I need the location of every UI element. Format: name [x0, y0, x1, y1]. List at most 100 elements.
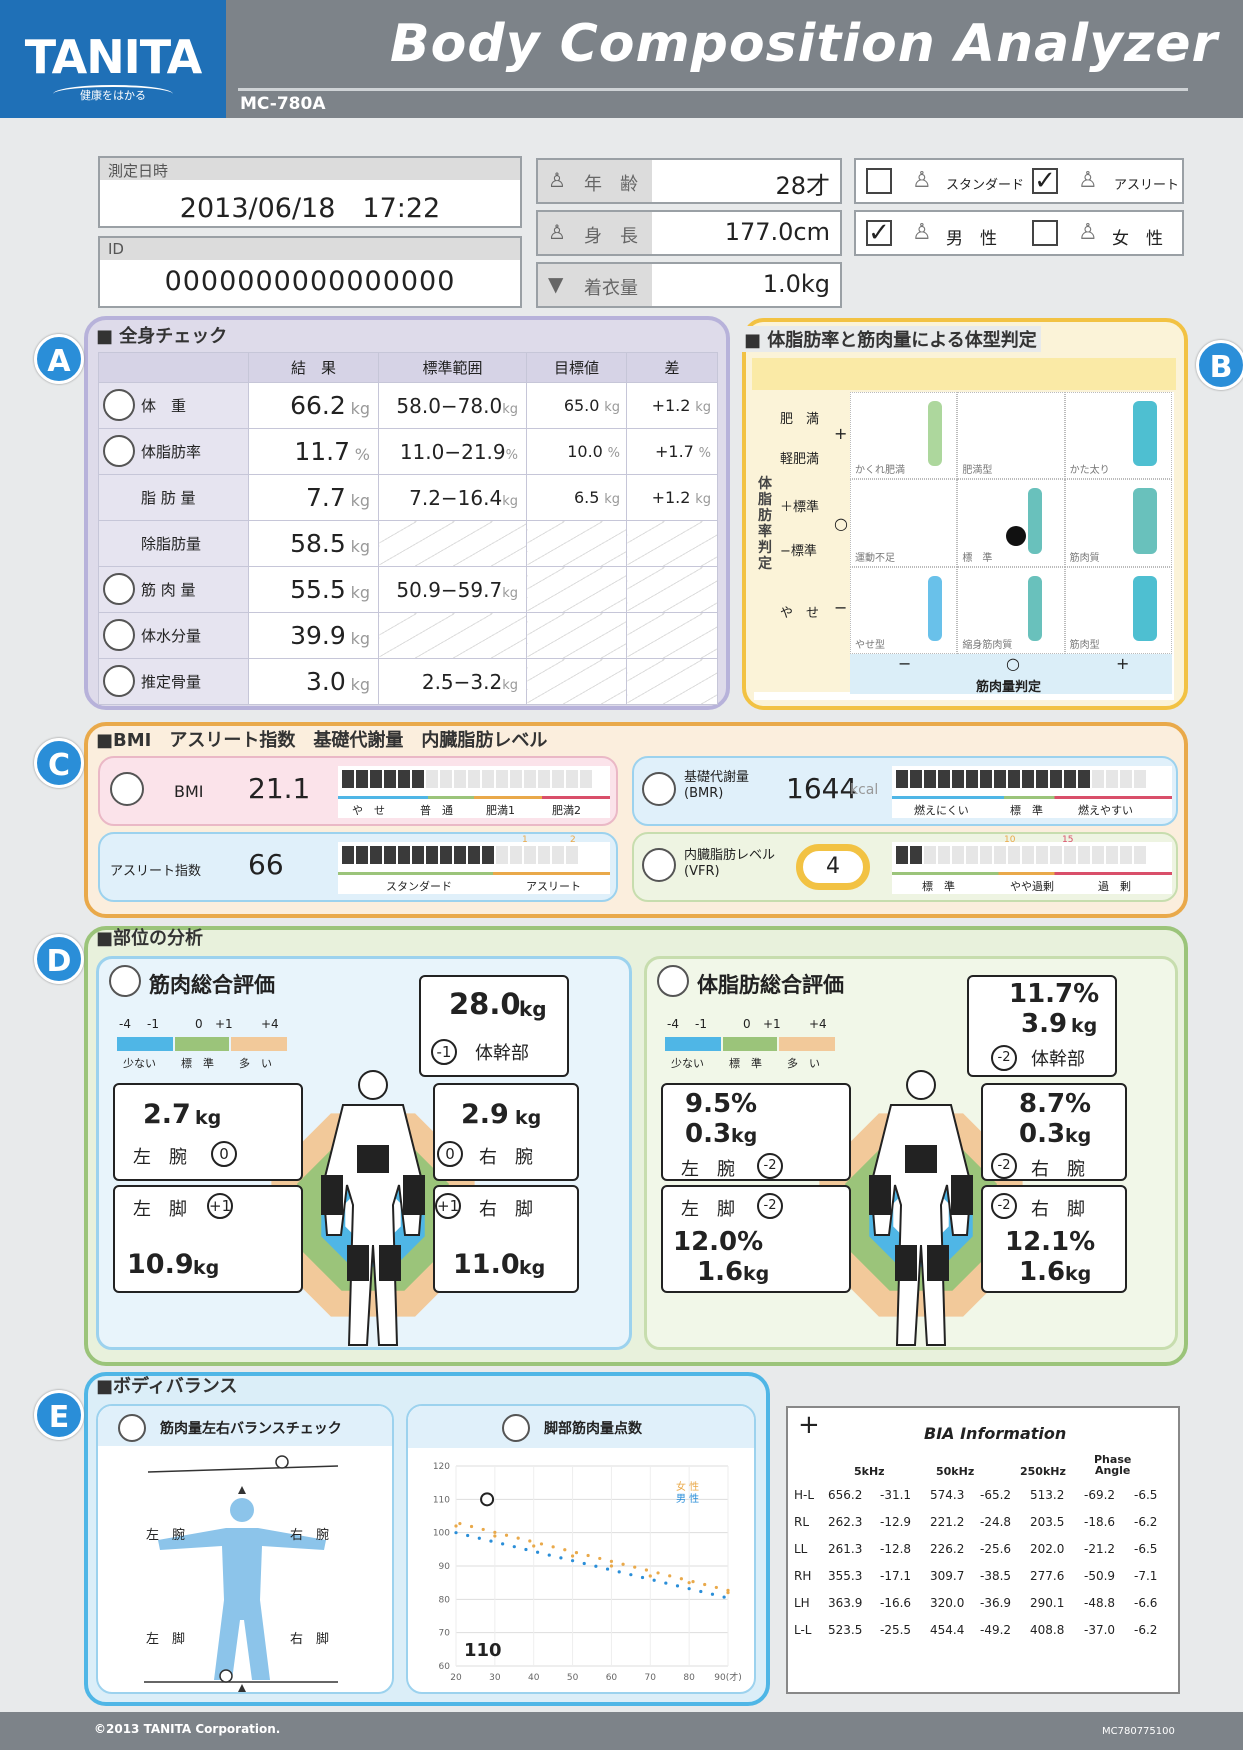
standard-checkbox[interactable]: [866, 168, 892, 194]
result-value: 58.5: [290, 529, 346, 558]
right-arm-value: 2.9: [461, 1099, 509, 1130]
table-row: 筋 肉 量 55.5 kg 50.9−59.7kg: [98, 566, 718, 613]
section-d-title: ■部位の分析: [96, 928, 204, 949]
id-box: ID 0000000000000000: [98, 236, 522, 308]
bmr-scale-high: 燃えやすい: [1078, 804, 1133, 817]
x-tick: 90(才): [714, 1671, 741, 1683]
bia-cell: 261.3: [828, 1542, 863, 1556]
male-curve-point: [699, 1589, 703, 1594]
right-leg-value: 1.6: [1019, 1257, 1066, 1287]
left-arm-label: 左 腕: [681, 1159, 735, 1180]
athlete-checkbox[interactable]: ✓: [1032, 168, 1058, 194]
female-checkbox[interactable]: [1032, 220, 1058, 246]
y-plus-mark: +: [834, 424, 848, 443]
x-zero: ○: [1006, 654, 1020, 673]
left-arm-unit: kg: [731, 1125, 758, 1147]
bia-cell: -6.6: [1134, 1596, 1158, 1610]
table-row: 体水分量 39.9 kg: [98, 612, 718, 659]
bia-cell: 656.2: [828, 1488, 863, 1502]
gauge-segment: [580, 770, 592, 788]
gauge-segment: [952, 770, 964, 788]
scale-tick: +4: [809, 1017, 827, 1031]
left-arm-unit: kg: [195, 1107, 222, 1129]
left-arm-label: 左 腕: [133, 1147, 187, 1168]
bia-cell: RL: [794, 1515, 810, 1529]
trunk-label: 体幹部: [1031, 1049, 1085, 1070]
gauge-segment: [994, 846, 1006, 864]
y-tick: 90: [439, 1562, 451, 1572]
left-leg-unit: kg: [743, 1263, 770, 1285]
scale-label-low: 少ない: [671, 1057, 704, 1070]
female-curve-point: [687, 1581, 691, 1585]
height-icon: ♙: [548, 220, 566, 244]
body-type-cell-label: かた太り: [1069, 465, 1110, 477]
gauge-segment: [1092, 770, 1104, 788]
vfr-scale-slight: やや過剰: [1010, 880, 1054, 893]
left-leg-label: 左 脚: [133, 1199, 187, 1220]
brand-name: TANITA: [24, 30, 202, 84]
bia-panel: + BIA Information 5kHz 50kHz 250kHz Phase A…: [786, 1406, 1180, 1694]
row-diff: +1.2 kg: [626, 474, 718, 521]
gauge-segment: [952, 846, 964, 864]
body-type-cell-label: 肥満型: [962, 465, 993, 477]
gauge-segment: [412, 770, 424, 788]
bmi-scale-normal: 普 通: [420, 804, 453, 817]
male-checkbox[interactable]: ✓: [866, 220, 892, 246]
gauge-segment: [1106, 770, 1118, 788]
range-value: 7.2−16.4: [409, 485, 503, 510]
table-row: 体 重 66.2 kg 58.0−78.0kg 65.0 kg +1.2 kg: [98, 382, 718, 429]
body-type-cell: かくれ肥満: [850, 392, 958, 480]
athlete-gauge: 1 2 スタンダード アスリート: [338, 835, 610, 894]
bia-cell: -6.2: [1134, 1515, 1158, 1529]
x-tick: 80: [683, 1673, 695, 1683]
bia-cell: -37.0: [1084, 1623, 1116, 1637]
row-name: 筋 肉 量: [141, 581, 196, 599]
right-arm-value: 0.3: [1019, 1119, 1066, 1149]
y-tick: 100: [433, 1529, 450, 1539]
scale-tick: +1: [763, 1017, 781, 1031]
right-arm-label: 右 腕: [479, 1147, 533, 1168]
vfr-icon: [642, 848, 676, 882]
scale-tick: 0: [195, 1017, 203, 1031]
bmi-label: BMI: [174, 782, 204, 801]
row-name: 体水分量: [141, 627, 202, 645]
bia-cell: -6.5: [1134, 1542, 1158, 1556]
scale-label-std: 標 準: [729, 1057, 762, 1070]
trunk-pct: 11.7%: [1009, 979, 1100, 1009]
diff-unit: kg: [695, 400, 711, 415]
scale-std: [723, 1037, 777, 1051]
female-icon: ♙: [1078, 220, 1098, 245]
female-curve-point: [656, 1571, 660, 1575]
bia-cell: -49.2: [980, 1623, 1012, 1637]
male-curve-point: [466, 1533, 470, 1538]
bia-title: BIA Information: [924, 1424, 1067, 1443]
right-leg-score: +1: [435, 1193, 461, 1219]
goal-value: 6.5: [573, 488, 600, 507]
male-curve-point: [501, 1542, 505, 1546]
row-range: [378, 612, 527, 659]
bia-cell: RH: [794, 1569, 812, 1583]
bmr-unit: kcal: [850, 782, 879, 798]
bia-col-header: 250kHz: [1020, 1465, 1066, 1478]
y-tick: 70: [439, 1629, 451, 1639]
gauge-segment: [342, 770, 354, 788]
bia-cell: -16.6: [880, 1596, 912, 1610]
copyright: ©2013 TANITA Corporation.: [94, 1722, 281, 1736]
left-leg-value: 10.9: [127, 1249, 194, 1280]
bmr-panel: 基礎代謝量 (BMR) 1644 kcal 燃えにくい 標 準 燃えやすい: [632, 756, 1178, 826]
male-curve-point: [536, 1550, 540, 1554]
row-label: 推定骨量: [98, 658, 249, 705]
scale-tick: +1: [215, 1017, 233, 1031]
gauge-segment: [994, 770, 1006, 788]
gauge-segment: [910, 770, 922, 788]
scale-tick: -4: [119, 1017, 131, 1031]
diff-unit: %: [698, 446, 711, 461]
result-value: 39.9: [290, 621, 346, 650]
row-label: 筋 肉 量: [98, 566, 249, 613]
footer-bar: ©2013 TANITA Corporation. MC780775100: [0, 1712, 1243, 1750]
x-tick: 70: [645, 1673, 657, 1683]
section-e-title: ■ボディバランス: [96, 1376, 238, 1397]
brand-tagline: 健康をはかる: [53, 85, 173, 103]
female-curve-point: [679, 1577, 683, 1581]
female-curve-point: [551, 1545, 555, 1549]
